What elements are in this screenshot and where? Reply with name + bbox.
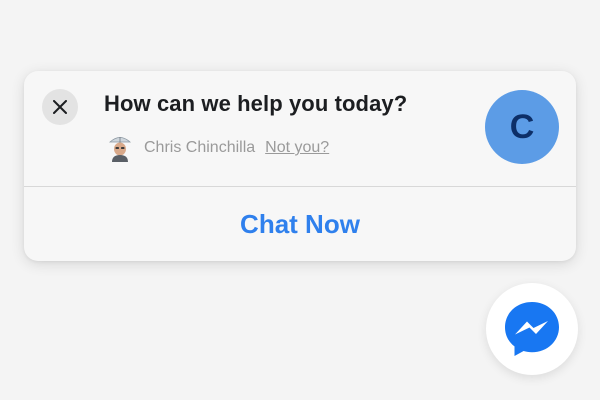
messenger-icon [505, 302, 559, 356]
chat-now-button[interactable]: Chat Now [24, 187, 576, 261]
user-name: Chris Chinchilla [144, 139, 256, 156]
chat-prompt-card: How can we help you today? Chris Chinchi… [24, 71, 576, 261]
user-identity-row: Chris Chinchilla Not you? [108, 134, 329, 162]
close-icon [53, 100, 67, 114]
not-you-link[interactable]: Not you? [265, 139, 329, 157]
user-photo [108, 137, 132, 162]
close-button[interactable] [42, 89, 78, 125]
prompt-title: How can we help you today? [104, 91, 408, 116]
avatar: C [485, 90, 559, 164]
page: How can we help you today? Chris Chinchi… [0, 0, 600, 400]
messenger-button[interactable] [486, 283, 578, 375]
